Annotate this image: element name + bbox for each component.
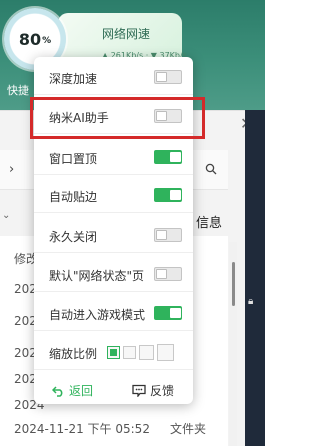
desktop-shortcut-label[interactable]: 快捷	[7, 82, 29, 98]
menu-item-always-on-top[interactable]: 窗口置顶	[34, 139, 193, 175]
menu-item-deep-acceleration[interactable]: 深度加速	[34, 59, 193, 95]
feedback-label: 反馈	[150, 384, 175, 398]
menu-footer: 返回 反馈	[34, 372, 193, 404]
toggle-knob	[170, 190, 181, 200]
side-panel-edge	[245, 110, 265, 446]
toggle-switch[interactable]	[154, 306, 182, 320]
toggle-switch[interactable]	[154, 188, 182, 202]
menu-item-scale: 缩放比例	[34, 334, 193, 370]
back-label: 返回	[69, 384, 94, 398]
widget-title: 网络网速	[102, 27, 151, 41]
feedback-icon	[132, 384, 146, 397]
toggle-switch[interactable]	[154, 70, 182, 84]
chevron-right-icon[interactable]: ›	[9, 162, 14, 177]
toggle-knob	[156, 269, 167, 279]
feedback-button[interactable]: 反馈	[132, 382, 174, 399]
scale-option-xlarge[interactable]	[157, 344, 174, 361]
scale-option-small[interactable]	[107, 346, 120, 359]
scale-options	[107, 344, 174, 361]
menu-item-label: 默认"网络状态"页	[49, 269, 145, 283]
toggle-switch[interactable]	[154, 228, 182, 242]
menu-item-label: 深度加速	[49, 72, 98, 86]
toggle-knob	[156, 230, 167, 240]
highlight-box	[30, 97, 205, 139]
toggle-switch[interactable]	[154, 150, 182, 164]
speed-percent-unit: %	[42, 36, 52, 46]
menu-item-default-network-page[interactable]: 默认"网络状态"页	[34, 256, 193, 292]
scale-option-large[interactable]	[139, 345, 154, 360]
search-icon[interactable]	[205, 163, 217, 178]
lock-icon: 🔒︎	[248, 296, 254, 307]
menu-item-label: 自动贴边	[49, 190, 98, 204]
scrollbar-thumb[interactable]	[232, 262, 235, 306]
menu-item-auto-game-mode[interactable]: 自动进入游戏模式	[34, 295, 193, 331]
toggle-knob	[170, 152, 181, 162]
file-row-date-full[interactable]: 2024-11-21 下午 05:52	[14, 420, 150, 437]
screen: 快捷 网络网速 ▲ 261Kb/s · ▼ 37Kb/s 80% ✕ › ⌄ 信…	[0, 0, 265, 446]
file-row-type[interactable]: 文件夹	[170, 420, 206, 437]
toggle-knob	[156, 72, 167, 82]
details-header[interactable]: 信息	[196, 212, 222, 231]
chevron-down-icon[interactable]: ⌄	[2, 210, 10, 221]
selected-dot-icon	[110, 349, 117, 356]
toggle-switch[interactable]	[154, 267, 182, 281]
toggle-knob	[170, 308, 181, 318]
menu-item-label: 永久关闭	[49, 230, 98, 244]
menu-item-label: 自动进入游戏模式	[49, 308, 146, 322]
scale-label: 缩放比例	[49, 347, 98, 361]
menu-item-label: 窗口置顶	[49, 152, 98, 166]
speed-percent: 80	[18, 29, 42, 49]
menu-item-auto-snap-edge[interactable]: 自动贴边	[34, 177, 193, 213]
back-arrow-icon	[52, 385, 63, 397]
menu-item-permanently-close[interactable]: 永久关闭	[34, 217, 193, 253]
back-button[interactable]: 返回	[52, 382, 93, 399]
scale-option-medium[interactable]	[123, 346, 136, 359]
